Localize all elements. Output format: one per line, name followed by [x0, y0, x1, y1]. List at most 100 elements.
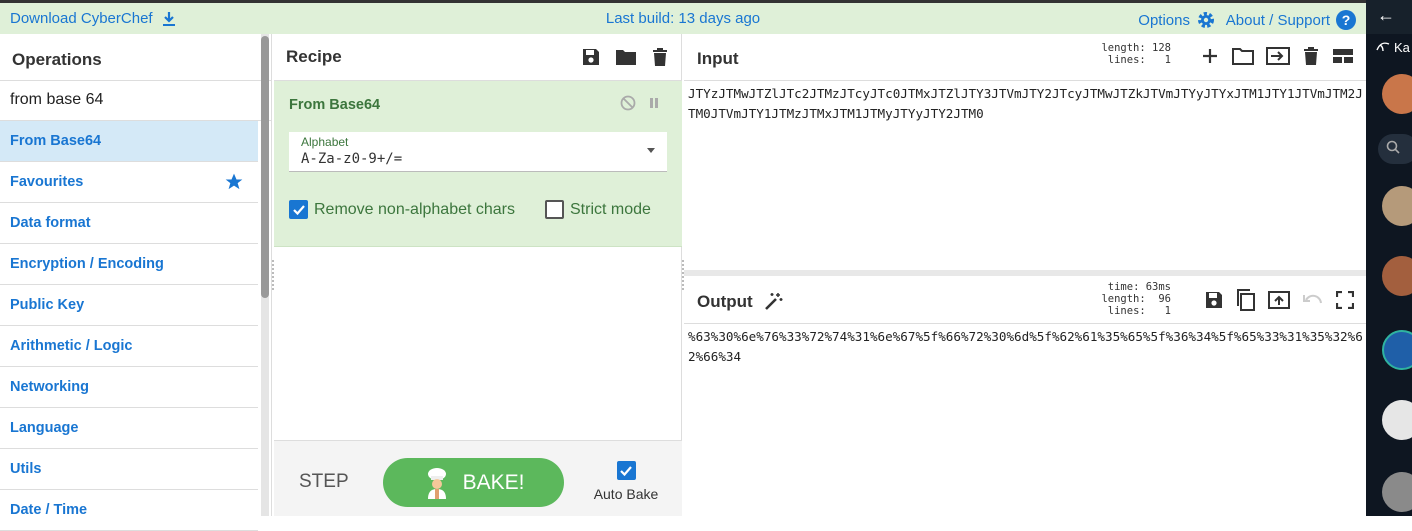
pause-icon[interactable]: [648, 95, 660, 111]
io-panel: Input length: 128 lines: 1 JTYzJTMwJTZlJ…: [684, 34, 1366, 516]
op-category-date-time[interactable]: Date / Time: [0, 490, 258, 531]
output-length: length: 96: [1101, 293, 1171, 305]
cyberchef-app: Download CyberChef Last build: 13 days a…: [0, 0, 1366, 531]
avatar[interactable]: [1382, 256, 1412, 296]
output-textarea[interactable]: %63%30%6e%76%33%72%74%31%6e%67%5f%66%72%…: [688, 327, 1364, 367]
op-item-label: Language: [10, 420, 79, 436]
scrollbar-thumb[interactable]: [261, 36, 269, 298]
output-lines: lines: 1: [1107, 305, 1171, 317]
step-button[interactable]: STEP: [299, 471, 349, 493]
folder-icon[interactable]: [615, 47, 637, 67]
op-category-favourites[interactable]: Favourites: [0, 162, 258, 203]
alphabet-select[interactable]: Alphabet A-Za-z0-9+/=: [289, 132, 667, 172]
op-item-label: Favourites: [10, 174, 84, 190]
open-folder-icon[interactable]: [1232, 46, 1254, 66]
auto-bake-label: Auto Bake: [593, 486, 659, 502]
copy-icon[interactable]: [1236, 289, 1256, 311]
op-category-data-format[interactable]: Data format: [0, 203, 258, 244]
star-icon[interactable]: [224, 172, 244, 192]
op-item-from-base64[interactable]: From Base64: [0, 121, 258, 162]
trash-icon[interactable]: [651, 47, 669, 67]
avatar[interactable]: [1382, 186, 1412, 226]
avatar[interactable]: [1382, 74, 1412, 114]
side-topbar: ←: [1366, 0, 1412, 34]
gear-icon[interactable]: [1196, 10, 1216, 30]
side-title: Ka: [1376, 40, 1410, 55]
io-resize-handle[interactable]: [684, 270, 1366, 276]
output-title-wrap: Output: [697, 292, 783, 312]
avatar[interactable]: [1382, 400, 1412, 440]
op-category-arithmetic[interactable]: Arithmetic / Logic: [0, 326, 258, 367]
recipe-toolbar: [581, 47, 669, 67]
recipe-operation-from-base64[interactable]: From Base64 Alphabet A-Za-z0-9+/= Remove…: [274, 81, 682, 247]
input-toolbar: [1200, 46, 1354, 66]
maximise-icon[interactable]: [1336, 291, 1354, 309]
op-category-encryption[interactable]: Encryption / Encoding: [0, 244, 258, 285]
about-support-link[interactable]: About / Support ?: [1226, 10, 1356, 30]
save-icon[interactable]: [581, 47, 601, 67]
side-title-text: Ka: [1394, 40, 1410, 55]
input-stats: length: 128 lines: 1: [1101, 42, 1171, 66]
auto-bake-checkbox[interactable]: Auto Bake: [592, 461, 660, 502]
input-textarea[interactable]: JTYzJTMwJTZlJTc2JTMzJTcyJTc0JTMxJTZlJTY3…: [688, 84, 1364, 124]
remove-non-alphabet-checkbox[interactable]: Remove non-alphabet chars: [289, 200, 515, 219]
alphabet-label: Alphabet: [301, 135, 349, 149]
op-item-label: Encryption / Encoding: [10, 256, 164, 272]
open-file-icon[interactable]: [1266, 46, 1290, 66]
output-header: Output time: 63ms length: 96 lines: 1: [684, 277, 1366, 324]
save-output-icon[interactable]: [1204, 290, 1224, 310]
layout-icon[interactable]: [1332, 46, 1354, 66]
undo-icon[interactable]: [1302, 290, 1324, 310]
magic-wand-icon[interactable]: [763, 292, 783, 312]
op-item-label: Arithmetic / Logic: [10, 338, 133, 354]
op-category-public-key[interactable]: Public Key: [0, 285, 258, 326]
input-header: Input length: 128 lines: 1: [684, 34, 1366, 81]
input-title: Input: [697, 49, 739, 68]
alphabet-value[interactable]: A-Za-z0-9+/=: [301, 151, 402, 167]
chevron-down-icon[interactable]: [647, 148, 655, 153]
strict-mode-label: Strict mode: [570, 200, 651, 218]
recipe-operation-name: From Base64: [289, 97, 381, 113]
output-time: time: 63ms: [1107, 281, 1171, 293]
back-arrow-icon[interactable]: ←: [1377, 5, 1395, 26]
op-item-label: From Base64: [10, 133, 102, 149]
output-stats: time: 63ms length: 96 lines: 1: [1101, 281, 1171, 317]
avatar[interactable]: [1382, 472, 1412, 512]
op-item-label: Networking: [10, 379, 89, 395]
strict-mode-checkbox[interactable]: Strict mode: [545, 200, 651, 219]
operations-title: Operations: [0, 34, 271, 81]
op-category-language[interactable]: Language: [0, 408, 258, 449]
op-category-utils[interactable]: Utils: [0, 449, 258, 490]
op-category-networking[interactable]: Networking: [0, 367, 258, 408]
bake-button[interactable]: BAKE!: [383, 458, 564, 507]
about-label[interactable]: About / Support: [1226, 12, 1330, 29]
output-toolbar: [1204, 289, 1354, 311]
checkbox-checked-icon[interactable]: [616, 461, 636, 480]
input-lines: lines: 1: [1107, 54, 1171, 66]
clear-input-trash-icon[interactable]: [1302, 46, 1320, 66]
replace-input-icon[interactable]: [1268, 290, 1290, 310]
checkbox-checked-icon[interactable]: [289, 200, 308, 219]
disable-icon[interactable]: [620, 95, 636, 111]
recipe-panel: Recipe From Base64 Alphabet A-Za-z0-9+/=…: [274, 34, 682, 516]
side-app-strip: ← Ka: [1366, 0, 1412, 516]
add-tab-icon[interactable]: [1200, 46, 1220, 66]
bake-label: BAKE!: [462, 470, 525, 494]
side-search-icon[interactable]: [1378, 134, 1412, 164]
bake-area: STEP BAKE! Auto Bake: [274, 440, 682, 516]
options-link[interactable]: Options: [1138, 10, 1216, 30]
op-item-label: Public Key: [10, 297, 85, 313]
output-title: Output: [697, 292, 753, 311]
operations-search-input[interactable]: from base 64: [0, 81, 271, 121]
options-label[interactable]: Options: [1138, 12, 1190, 29]
operation-controls: [620, 95, 660, 111]
help-icon[interactable]: ?: [1336, 10, 1356, 30]
operations-scrollbar[interactable]: [261, 34, 269, 516]
chef-icon: [423, 467, 451, 499]
checkbox-empty-icon[interactable]: [545, 200, 564, 219]
op-item-label: Data format: [10, 215, 91, 231]
avatar[interactable]: [1382, 330, 1412, 370]
recipe-header: Recipe: [274, 34, 681, 81]
remove-non-alphabet-label: Remove non-alphabet chars: [314, 200, 516, 218]
operations-panel: Operations from base 64 From Base64 Favo…: [0, 34, 272, 531]
